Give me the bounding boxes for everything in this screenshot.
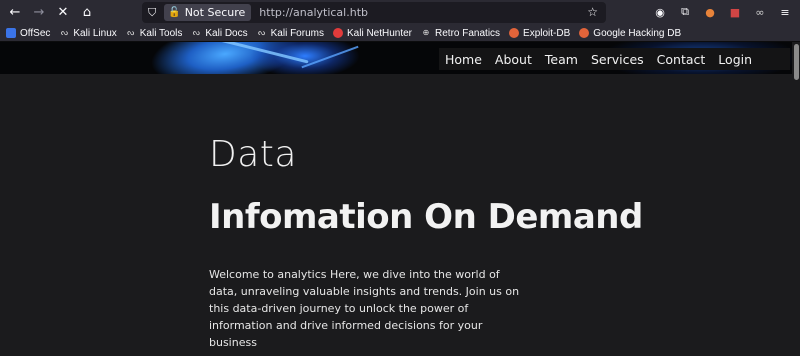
page-scrollbar[interactable] bbox=[792, 42, 800, 356]
extension-glasses-icon[interactable]: ∞ bbox=[751, 3, 769, 21]
browser-toolbar: ← → ✕ ⌂ ⛉ 🔓 Not Secure http://analytical… bbox=[0, 0, 800, 25]
extension-badge-icon[interactable]: ■ bbox=[726, 3, 744, 21]
bookmark-offsec[interactable]: OffSec bbox=[6, 28, 50, 39]
bookmark-kali-nethunter[interactable]: Kali NetHunter bbox=[332, 28, 412, 39]
bookmark-kali-tools[interactable]: ᔓ Kali Tools bbox=[126, 28, 182, 39]
bookmark-google-hacking-db[interactable]: Google Hacking DB bbox=[579, 28, 681, 39]
kali-dragon-icon: ᔓ bbox=[60, 28, 68, 37]
site-nav: Home About Team Services Contact Login bbox=[439, 48, 790, 70]
bookmark-kali-linux[interactable]: ᔓ Kali Linux bbox=[59, 28, 117, 39]
hero-heading-light: Data bbox=[209, 134, 297, 175]
home-icon[interactable]: ⌂ bbox=[76, 2, 98, 24]
stop-icon[interactable]: ✕ bbox=[52, 2, 74, 24]
nav-contact[interactable]: Contact bbox=[657, 52, 706, 67]
bookmark-retro-fanatics[interactable]: ⊕ Retro Fanatics bbox=[421, 28, 500, 39]
back-arrow-icon[interactable]: ← bbox=[4, 2, 26, 24]
toolbar-icons: ◉ ⧉ ● ■ ∞ ≡ bbox=[651, 3, 794, 21]
insecure-lock-icon: 🔓 bbox=[168, 7, 181, 18]
nethunter-icon bbox=[332, 28, 343, 38]
globe-icon: ⊕ bbox=[422, 28, 430, 37]
shield-icon[interactable]: ⛉ bbox=[148, 6, 156, 20]
nav-login[interactable]: Login bbox=[718, 52, 752, 67]
bookmarks-bar: OffSec ᔓ Kali Linux ᔓ Kali Tools ᔓ Kali Doc… bbox=[0, 25, 800, 42]
account-icon[interactable]: ◉ bbox=[651, 3, 669, 21]
hero-description: Welcome to analytics Here, we dive into … bbox=[209, 268, 520, 349]
kali-dragon-icon: ᔓ bbox=[127, 28, 135, 37]
exploitdb-icon bbox=[509, 28, 520, 38]
nav-home[interactable]: Home bbox=[445, 52, 482, 67]
kali-dragon-icon: ᔓ bbox=[192, 28, 200, 37]
security-indicator[interactable]: 🔓 Not Secure bbox=[164, 4, 252, 21]
bookmark-kali-docs[interactable]: ᔓ Kali Docs bbox=[191, 28, 248, 39]
security-label: Not Secure bbox=[184, 6, 246, 19]
scrollbar-thumb[interactable] bbox=[794, 44, 799, 80]
bookmark-exploit-db[interactable]: Exploit-DB bbox=[509, 28, 570, 39]
extensions-icon[interactable]: ⧉ bbox=[676, 3, 694, 21]
address-bar[interactable]: ⛉ 🔓 Not Secure http://analytical.htb ☆ bbox=[142, 2, 606, 23]
extension-fox-icon[interactable]: ● bbox=[701, 3, 719, 21]
menu-icon[interactable]: ≡ bbox=[776, 3, 794, 21]
forward-arrow-icon[interactable]: → bbox=[28, 2, 50, 24]
hero-section: Data bbox=[209, 134, 297, 175]
nav-team[interactable]: Team bbox=[545, 52, 578, 67]
bookmark-kali-forums[interactable]: ᔓ Kali Forums bbox=[257, 28, 324, 39]
kali-dragon-icon: ᔓ bbox=[258, 28, 266, 37]
url-text[interactable]: http://analytical.htb bbox=[259, 6, 368, 19]
hero-heading-bold: Infomation On Demand bbox=[209, 197, 643, 237]
nav-services[interactable]: Services bbox=[591, 52, 644, 67]
offsec-icon bbox=[6, 28, 16, 38]
nav-about[interactable]: About bbox=[495, 52, 532, 67]
bookmark-star-icon[interactable]: ☆ bbox=[587, 5, 598, 19]
ghdb-icon bbox=[579, 28, 590, 38]
